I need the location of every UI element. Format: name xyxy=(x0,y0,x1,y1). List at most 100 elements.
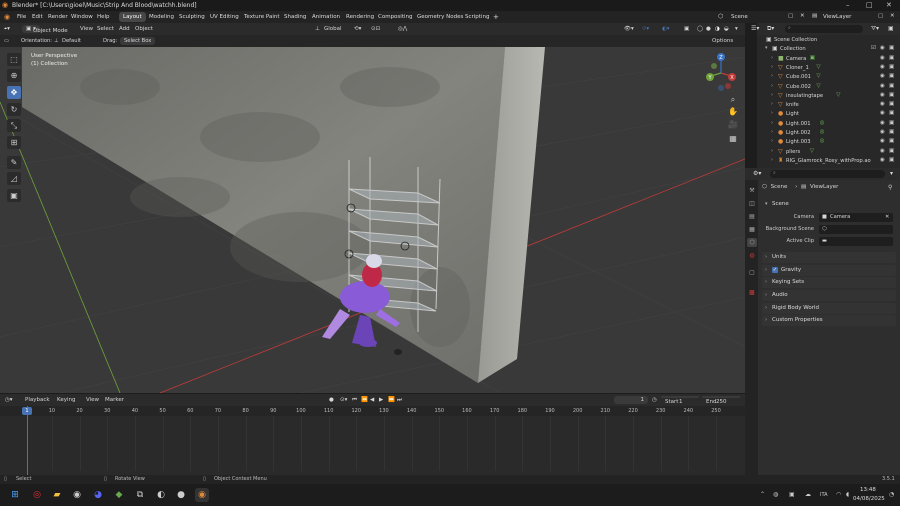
outliner-row[interactable]: › ▽ Cube.002 ▽ ◉ ▣ xyxy=(757,83,900,92)
collection-tab-icon[interactable]: ▢ xyxy=(747,268,757,277)
annotate-tool-icon[interactable]: ✎ xyxy=(7,156,21,169)
3d-viewport[interactable] xyxy=(0,47,745,393)
outliner-row[interactable]: › ▽ knife ◉ ▣ xyxy=(757,101,900,110)
app-icon[interactable]: ⧉ xyxy=(133,488,147,502)
menu-playback[interactable]: Playback xyxy=(25,397,50,403)
outliner-row[interactable]: › ♜ RIG_Glamrock_Roxy_withProp.ao ◉ ▣ xyxy=(757,157,900,166)
display-mode-icon[interactable]: ⧉▾ xyxy=(767,25,774,33)
visibility-eye-icon[interactable]: ◉ xyxy=(880,55,885,61)
modifier-data-icon[interactable]: ▽ xyxy=(816,83,820,89)
volume-icon[interactable]: ◖ xyxy=(846,491,849,498)
shading-options-icon[interactable]: ▾ xyxy=(735,26,738,32)
render-tab-icon[interactable]: ◫ xyxy=(747,199,757,208)
expand-chevron-icon[interactable]: › xyxy=(771,110,773,116)
outliner-editor-icon[interactable]: ☰▾ xyxy=(751,25,759,32)
render-camera-icon[interactable]: ▣ xyxy=(889,120,894,126)
tab-geometry-nodes[interactable]: Geometry Nodes xyxy=(413,12,467,22)
menu-marker[interactable]: Marker xyxy=(105,397,124,403)
options-dropdown[interactable]: Options xyxy=(712,38,733,44)
menu-add[interactable]: Add xyxy=(119,26,130,32)
menu-object[interactable]: Object xyxy=(135,26,153,32)
jump-end-icon[interactable]: ⏭ xyxy=(397,397,402,404)
minecraft-icon[interactable]: ◆ xyxy=(112,488,126,502)
menu-view[interactable]: View xyxy=(80,26,93,32)
scene-selector[interactable]: Scene xyxy=(731,14,748,20)
expand-chevron-icon[interactable]: ▾ xyxy=(765,45,768,51)
snap-icon[interactable]: ⊙⊡ xyxy=(371,26,380,32)
viewlayer-selector[interactable]: ViewLayer xyxy=(823,14,851,20)
visibility-eye-icon[interactable]: ◉ xyxy=(880,120,885,126)
viewlayer-delete-icon[interactable]: ✕ xyxy=(890,13,895,19)
wifi-icon[interactable]: ◠ xyxy=(836,491,841,498)
rotate-tool-icon[interactable]: ↻ xyxy=(7,103,21,116)
render-camera-icon[interactable]: ▣ xyxy=(889,148,894,154)
rigid-body-world-section[interactable]: › Rigid Body World xyxy=(762,303,896,314)
custom-properties-section[interactable]: › Custom Properties xyxy=(762,315,896,326)
transform-orientation-selector[interactable]: Global xyxy=(324,26,342,32)
modifier-data-icon[interactable]: ▽ xyxy=(816,64,820,70)
cursor-tool-icon[interactable]: ⊕ xyxy=(7,69,21,82)
autokey-options-icon[interactable]: ⊙▾ xyxy=(340,397,347,403)
gravity-section[interactable]: › ✓ Gravity xyxy=(762,265,896,276)
expand-chevron-icon[interactable]: › xyxy=(771,120,773,126)
scene-browse-icon[interactable]: ▢ xyxy=(788,13,793,19)
visibility-eye-icon[interactable]: ◉ xyxy=(880,83,885,89)
menu-help[interactable]: Help xyxy=(97,14,110,20)
measure-tool-icon[interactable]: ◿ xyxy=(7,172,21,185)
ortho-grid-icon[interactable]: ▦ xyxy=(726,132,740,145)
outliner-row[interactable]: › ▽ insulatingtape ▽ ◉ ▣ xyxy=(757,92,900,101)
playhead-line[interactable] xyxy=(27,406,28,475)
add-cube-tool-icon[interactable]: ▣ xyxy=(7,189,21,202)
maximize-icon[interactable]: □ xyxy=(866,1,873,9)
expand-chevron-icon[interactable]: › xyxy=(771,138,773,144)
clear-icon[interactable]: ✕ xyxy=(885,214,889,220)
orientation-selector[interactable]: Default xyxy=(62,38,81,44)
blender-taskbar-icon[interactable]: ◉ xyxy=(195,488,209,502)
menu-render[interactable]: Render xyxy=(48,14,68,20)
tray-cloud-icon[interactable]: ☁ xyxy=(805,491,811,498)
tray-up-icon[interactable]: ⌃ xyxy=(760,491,765,498)
shading-material-icon[interactable]: ◑ xyxy=(715,26,720,32)
editor-type-icon[interactable]: ⌖▾ xyxy=(4,26,10,33)
menu-window[interactable]: Window xyxy=(71,14,93,20)
pin-icon[interactable]: ⚲ xyxy=(888,184,892,191)
scene-delete-icon[interactable]: ✕ xyxy=(800,13,805,19)
new-collection-icon[interactable]: ▣ xyxy=(888,25,894,32)
camera-field[interactable]: ■ Camera ✕ xyxy=(819,213,893,222)
tab-modeling[interactable]: Modeling xyxy=(145,12,178,22)
record-icon[interactable]: ● xyxy=(329,397,334,403)
obs-icon[interactable]: ◉ xyxy=(70,488,84,502)
discord-icon[interactable]: ◕ xyxy=(91,488,105,502)
keyboard-language[interactable]: ITA xyxy=(820,492,828,498)
menu-file[interactable]: File xyxy=(17,14,26,20)
modifier-data-icon[interactable]: ◎ xyxy=(820,129,825,135)
end-frame-field[interactable]: End 250 xyxy=(702,396,740,405)
exclude-checkbox-icon[interactable]: ☑ xyxy=(871,45,876,51)
tab-layout[interactable]: Layout xyxy=(119,12,146,22)
clock-icon[interactable]: ◷ xyxy=(652,397,657,403)
expand-chevron-icon[interactable]: › xyxy=(771,73,773,79)
render-camera-icon[interactable]: ▣ xyxy=(889,83,894,89)
transform-tool-icon[interactable]: ⊞ xyxy=(7,136,21,149)
render-camera-icon[interactable]: ▣ xyxy=(889,55,894,61)
menu-keying[interactable]: Keying xyxy=(57,397,75,403)
next-keyframe-icon[interactable]: ⏩ xyxy=(388,397,395,403)
render-camera-icon[interactable]: ▣ xyxy=(889,129,894,135)
add-workspace-button[interactable]: + xyxy=(493,13,499,21)
pivot-icon[interactable]: ⟲▾ xyxy=(354,26,361,32)
navigation-gizmo[interactable]: X Y Z xyxy=(700,52,742,94)
expand-chevron-icon[interactable]: › xyxy=(771,129,773,135)
expand-chevron-icon[interactable]: › xyxy=(771,55,773,61)
overlay-toggle-icon[interactable]: ◐▾ xyxy=(662,26,670,32)
tab-shading[interactable]: Shading xyxy=(280,12,310,22)
menu-select[interactable]: Select xyxy=(97,26,114,32)
visibility-eye-icon[interactable]: ◉ xyxy=(880,110,885,116)
outliner-row[interactable]: ▣ Scene Collection xyxy=(757,36,900,45)
shading-solid-icon[interactable]: ● xyxy=(706,26,711,32)
render-camera-icon[interactable]: ▣ xyxy=(889,138,894,144)
expand-chevron-icon[interactable]: › xyxy=(771,101,773,107)
active-clip-field[interactable]: ▬ xyxy=(819,237,893,246)
scene-tab-icon[interactable]: ⬡ xyxy=(747,238,757,247)
notification-icon[interactable]: ◔ xyxy=(889,491,894,498)
opera-icon[interactable]: ◎ xyxy=(30,488,44,502)
